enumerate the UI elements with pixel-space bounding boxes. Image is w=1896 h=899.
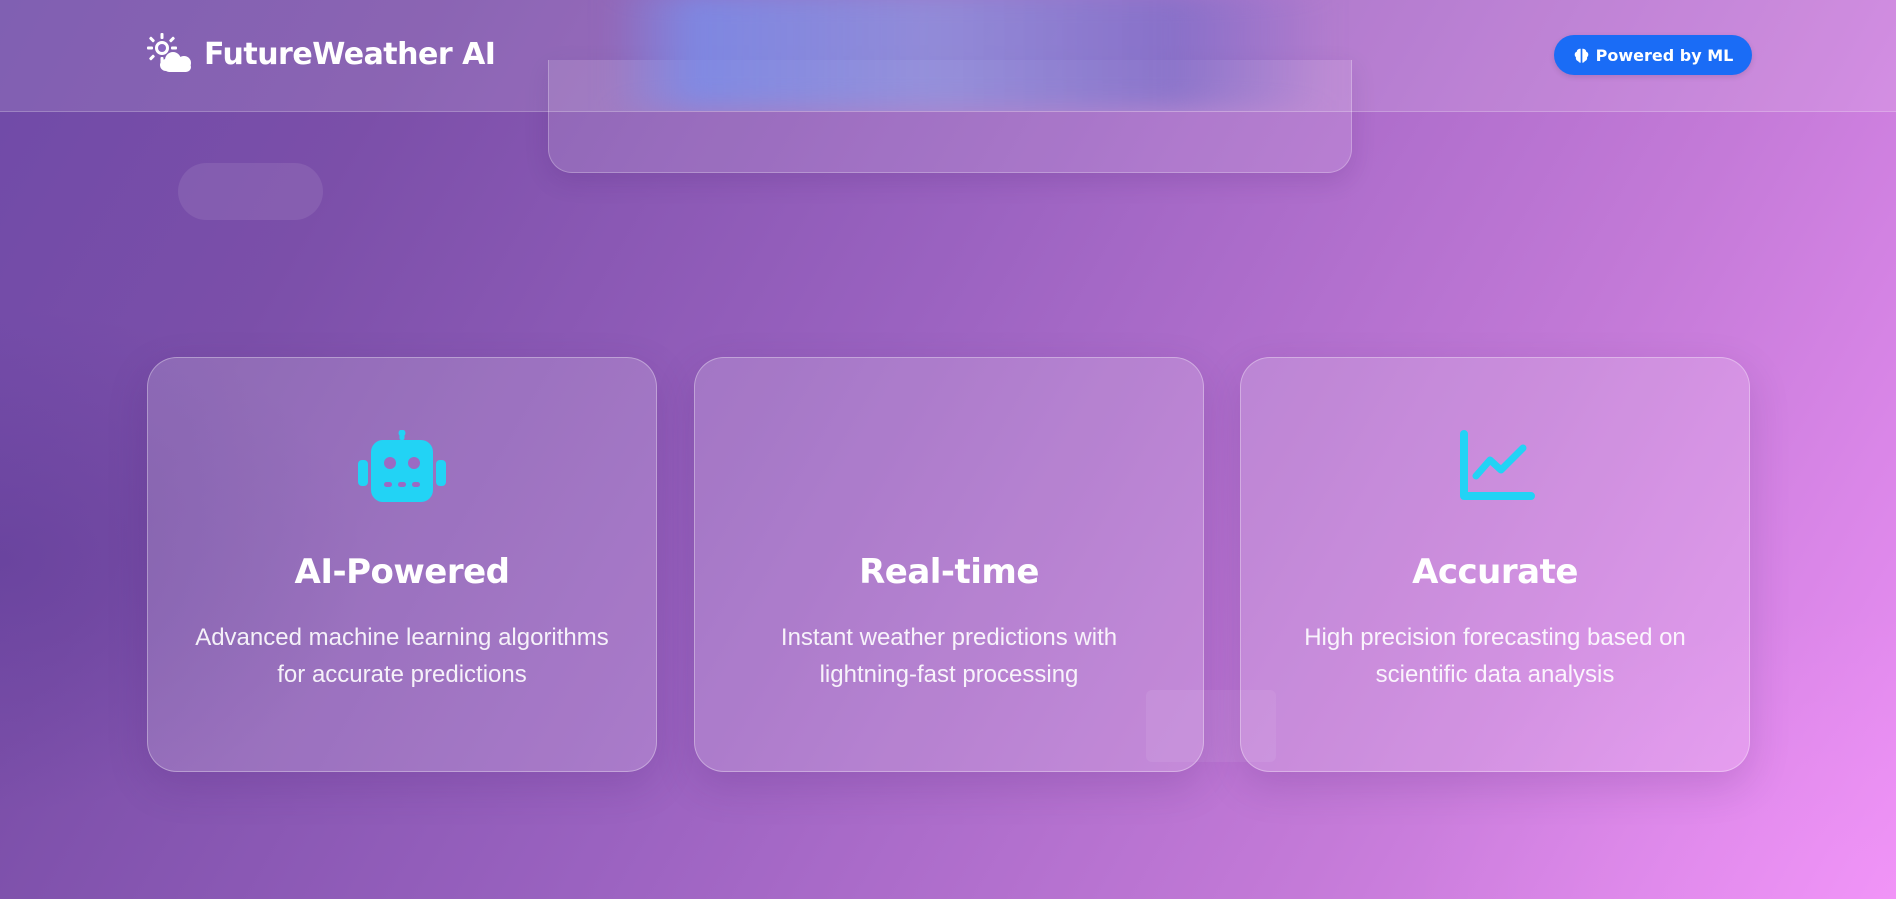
brand-title: FutureWeather AI — [204, 36, 496, 72]
sun-behind-cloud-icon — [147, 33, 191, 72]
brand[interactable]: FutureWeather AI — [146, 32, 496, 76]
feature-description: Advanced machine learning algorithms for… — [195, 624, 609, 688]
robot-icon — [358, 430, 446, 502]
feature-title: AI-Powered — [294, 552, 511, 592]
background-pill-shape — [178, 163, 323, 220]
brain-icon — [1574, 48, 1588, 63]
badge-label: Powered by ML — [1595, 45, 1734, 65]
feature-title: Accurate — [1412, 552, 1578, 592]
feature-title: Real-time — [859, 552, 1039, 592]
feature-description: High precision forecasting based on scie… — [1304, 624, 1686, 688]
feature-card-ai-powered: AI-Powered Advanced machine learning alg… — [147, 357, 657, 772]
site-header: FutureWeather AI Powered by ML — [0, 0, 1896, 112]
feature-card-accurate: Accurate High precision forecasting base… — [1240, 357, 1750, 772]
chart-line-icon — [1460, 430, 1535, 500]
header-blur-backdrop — [610, 0, 1330, 110]
powered-by-ml-badge[interactable]: Powered by ML — [1554, 35, 1752, 75]
feature-description: Instant weather predictions with lightni… — [780, 624, 1118, 688]
feature-card-real-time: Real-time Instant weather predictions wi… — [694, 357, 1204, 772]
